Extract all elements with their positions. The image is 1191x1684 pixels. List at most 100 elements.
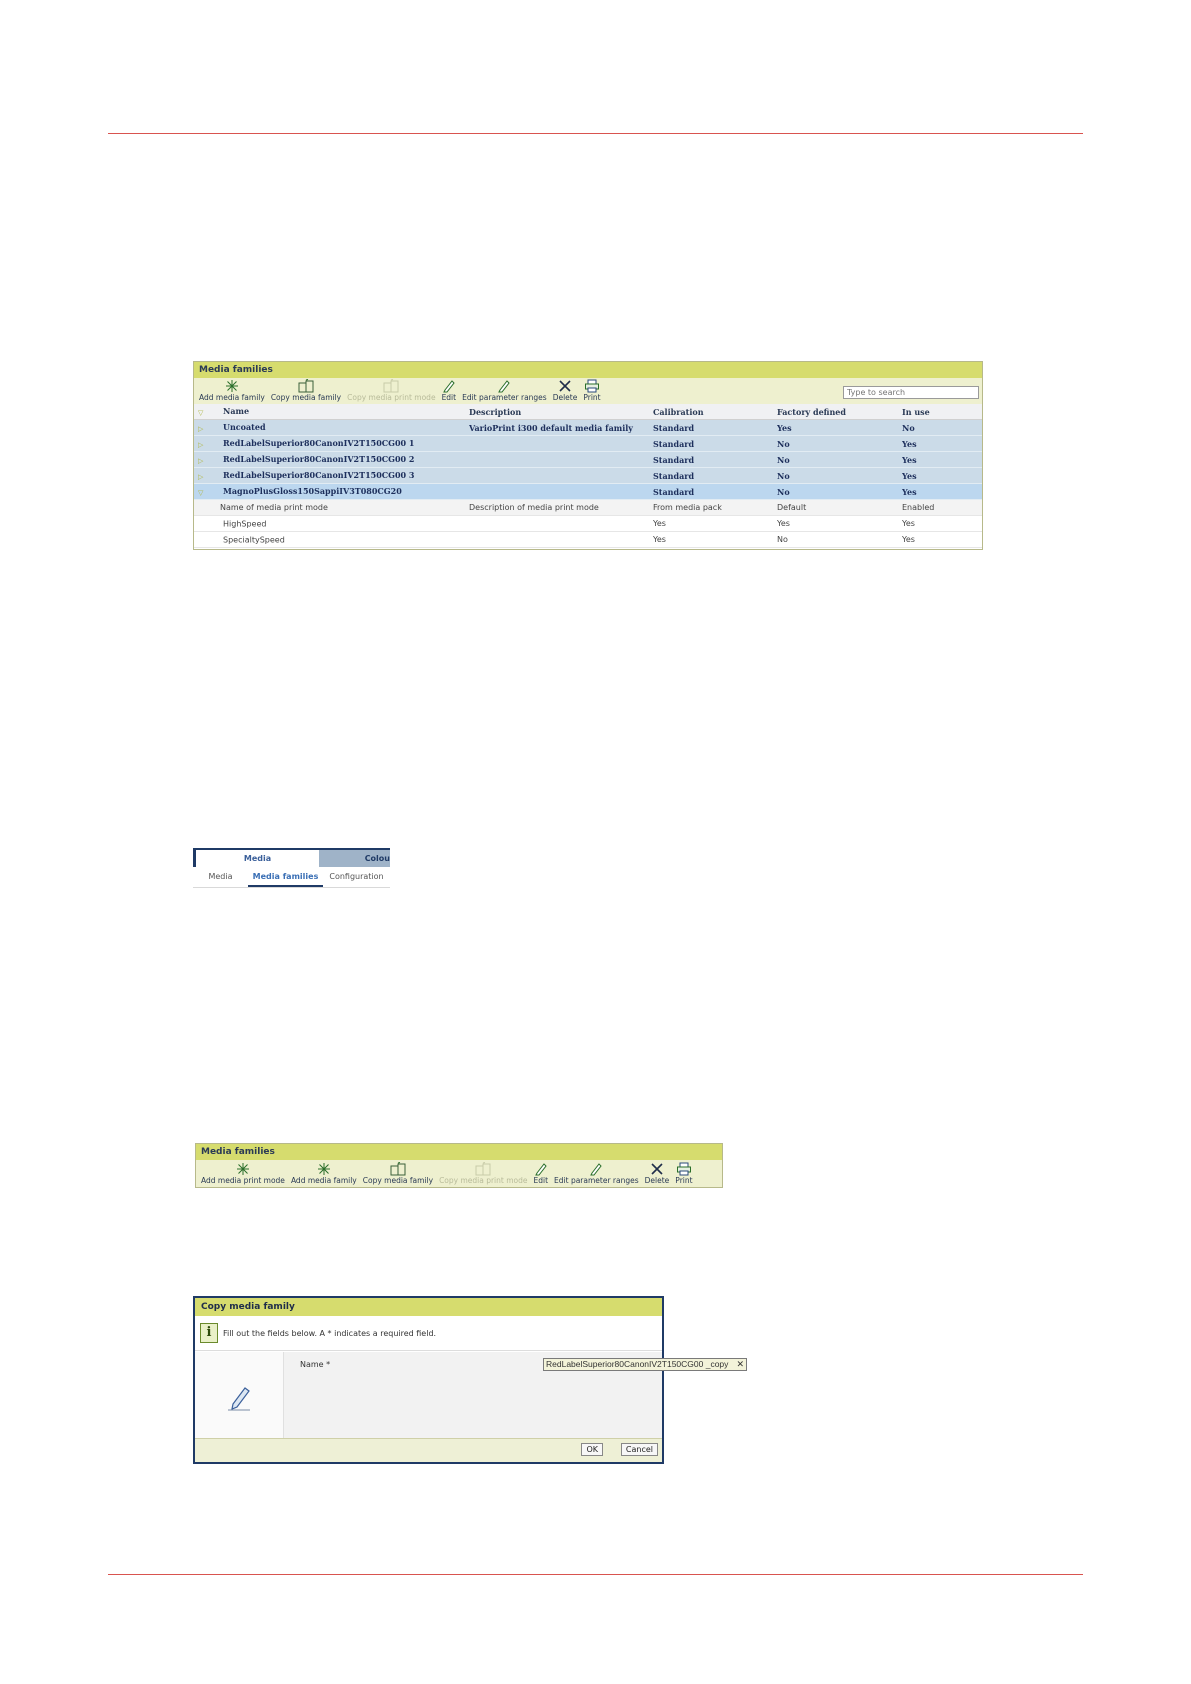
sparkle-add-icon	[224, 379, 240, 393]
toolbar-button-label: Delete	[644, 1176, 670, 1185]
toolbar-add-media-family-button[interactable]: Add media family	[196, 379, 268, 404]
sparkle-add-icon	[235, 1162, 251, 1176]
toolbar-button-label: Add media print mode	[201, 1176, 285, 1185]
name-field-label: Name *	[300, 1360, 331, 1369]
family-calibration: Standard	[653, 467, 777, 484]
footer-rule	[108, 1574, 1083, 1575]
expand-arrow-icon[interactable]: ▷	[198, 472, 203, 481]
toolbar-copy-media-print-mode-button[interactable]: Copy media print mode	[344, 379, 438, 404]
printer-icon	[584, 379, 600, 393]
family-name: RedLabelSuperior80CanonIV2T150CG00 3	[223, 470, 415, 480]
copy-media-family-dialog: Copy media family i Fill out the fields …	[193, 1296, 747, 1464]
toolbar-button-label: Copy media print mode	[347, 393, 436, 402]
toolbar-print-button[interactable]: Print	[672, 1162, 695, 1187]
copy-icon	[382, 379, 400, 393]
family-description	[469, 483, 653, 500]
expand-arrow-icon[interactable]: ▷	[198, 424, 203, 433]
family-in-use: Yes	[902, 483, 982, 500]
column-header-name[interactable]: Name	[223, 406, 249, 416]
mode-factory: No	[777, 531, 902, 548]
family-in-use: Yes	[902, 435, 982, 452]
mode-header-calibration: From media pack	[653, 499, 777, 516]
header-rule	[108, 133, 1083, 134]
toolbar-button-label: Print	[583, 393, 601, 402]
toolbar-button-label: Edit parameter ranges	[462, 393, 547, 402]
name-input[interactable]: RedLabelSuperior80CanonIV2T150CG00 _copy…	[543, 1358, 747, 1371]
column-header-factory-defined[interactable]: Factory defined	[777, 404, 902, 420]
toolbar: Add media family Copy media family Copy me…	[194, 378, 982, 404]
toolbar-edit-button[interactable]: Edit	[531, 1162, 552, 1187]
tab-media[interactable]: Media	[193, 848, 319, 867]
mode-header-in-use: Enabled	[902, 499, 982, 516]
toolbar-button-label: Copy media print mode	[439, 1176, 528, 1185]
toolbar-add-media-family-button[interactable]: Add media family	[288, 1162, 360, 1187]
column-header-description[interactable]: Description	[469, 404, 653, 420]
table-header-row: ▽ Name Description Calibration Factory d…	[194, 404, 982, 420]
mode-header-name: Name of media print mode	[220, 499, 469, 516]
mode-in-use: Yes	[902, 515, 982, 532]
print-mode-row[interactable]: SpecialtySpeed Yes No Yes	[194, 531, 982, 548]
print-mode-row[interactable]: HighSpeed Yes Yes Yes	[194, 515, 982, 532]
panel-title: Media families	[196, 1144, 722, 1160]
family-calibration: Standard	[653, 483, 777, 500]
pencil-icon	[589, 1162, 603, 1176]
toolbar-delete-button[interactable]: Delete	[550, 379, 581, 404]
mode-calibration: Yes	[653, 515, 777, 532]
pencil-icon	[497, 379, 511, 393]
copy-icon	[474, 1162, 492, 1176]
toolbar-edit-parameter-ranges-button[interactable]: Edit parameter ranges	[551, 1162, 642, 1187]
mode-name: SpecialtySpeed	[223, 535, 285, 544]
x-icon	[650, 1162, 664, 1176]
collapse-all-icon[interactable]: ▽	[198, 408, 203, 417]
toolbar-edit-button[interactable]: Edit	[439, 379, 460, 404]
toolbar-copy-media-print-mode-button[interactable]: Copy media print mode	[436, 1162, 530, 1187]
table-row[interactable]: ▷ RedLabelSuperior80CanonIV2T150CG00 2 Sta…	[194, 451, 982, 468]
cancel-button[interactable]: Cancel	[620, 1443, 658, 1456]
family-factory-defined: No	[777, 467, 902, 484]
table-row[interactable]: ▽ MagnoPlusGloss150SappiIV3T080CG20 Standa…	[194, 483, 982, 500]
column-header-in-use[interactable]: In use	[902, 404, 982, 420]
family-name: Uncoated	[223, 422, 266, 432]
expand-arrow-icon[interactable]: ▷	[198, 456, 203, 465]
family-name: MagnoPlusGloss150SappiIV3T080CG20	[223, 486, 402, 496]
family-in-use: Yes	[902, 451, 982, 468]
toolbar-add-media-print-mode-button[interactable]: Add media print mode	[198, 1162, 288, 1187]
toolbar-delete-button[interactable]: Delete	[642, 1162, 673, 1187]
table-row[interactable]: ▷ Uncoated VarioPrint i300 default media f…	[194, 419, 982, 436]
table-row[interactable]: ▷ RedLabelSuperior80CanonIV2T150CG00 1 Sta…	[194, 435, 982, 452]
expand-arrow-icon[interactable]: ▷	[198, 440, 203, 449]
subtab-media-families[interactable]: Media families	[248, 867, 323, 887]
subtab-media[interactable]: Media	[193, 867, 248, 887]
printer-icon	[676, 1162, 692, 1176]
dialog-info: i Fill out the fields below. A * indicat…	[195, 1316, 662, 1351]
clear-icon[interactable]: ✕	[736, 1359, 744, 1370]
ok-button[interactable]: OK	[581, 1443, 603, 1456]
toolbar-button-label: Add media family	[290, 1176, 357, 1185]
subtab-configuration[interactable]: Configuration	[323, 867, 390, 887]
toolbar-edit-parameter-ranges-button[interactable]: Edit parameter ranges	[459, 379, 550, 404]
toolbar-button-label: Print	[675, 1176, 693, 1185]
toolbar-button-label: Add media family	[199, 393, 265, 402]
family-in-use: Yes	[902, 467, 982, 484]
dialog-title: Copy media family	[195, 1298, 662, 1316]
family-factory-defined: No	[777, 435, 902, 452]
family-description	[469, 435, 653, 452]
toolbar-print-button[interactable]: Print	[580, 379, 603, 404]
mode-header-factory: Default	[777, 499, 902, 516]
panel-title: Media families	[194, 362, 982, 378]
family-factory-defined: No	[777, 451, 902, 468]
toolbar-copy-media-family-button[interactable]: Copy media family	[268, 379, 344, 404]
mode-calibration: Yes	[653, 531, 777, 548]
toolbar-copy-media-family-button[interactable]: Copy media family	[360, 1162, 436, 1187]
toolbar-button-label: Edit	[533, 1176, 549, 1185]
mode-in-use: Yes	[902, 531, 982, 548]
table-row[interactable]: ▷ RedLabelSuperior80CanonIV2T150CG00 3 Sta…	[194, 467, 982, 484]
mode-factory: Yes	[777, 515, 902, 532]
tab-colour[interactable]: Colou	[319, 848, 390, 867]
column-header-calibration[interactable]: Calibration	[653, 404, 777, 420]
family-description	[469, 467, 653, 484]
search-input[interactable]	[843, 386, 979, 399]
family-factory-defined: Yes	[777, 419, 902, 436]
expanded-arrow-icon[interactable]: ▽	[198, 488, 203, 497]
toolbar: Add media print mode Add media family Copy…	[196, 1160, 722, 1187]
